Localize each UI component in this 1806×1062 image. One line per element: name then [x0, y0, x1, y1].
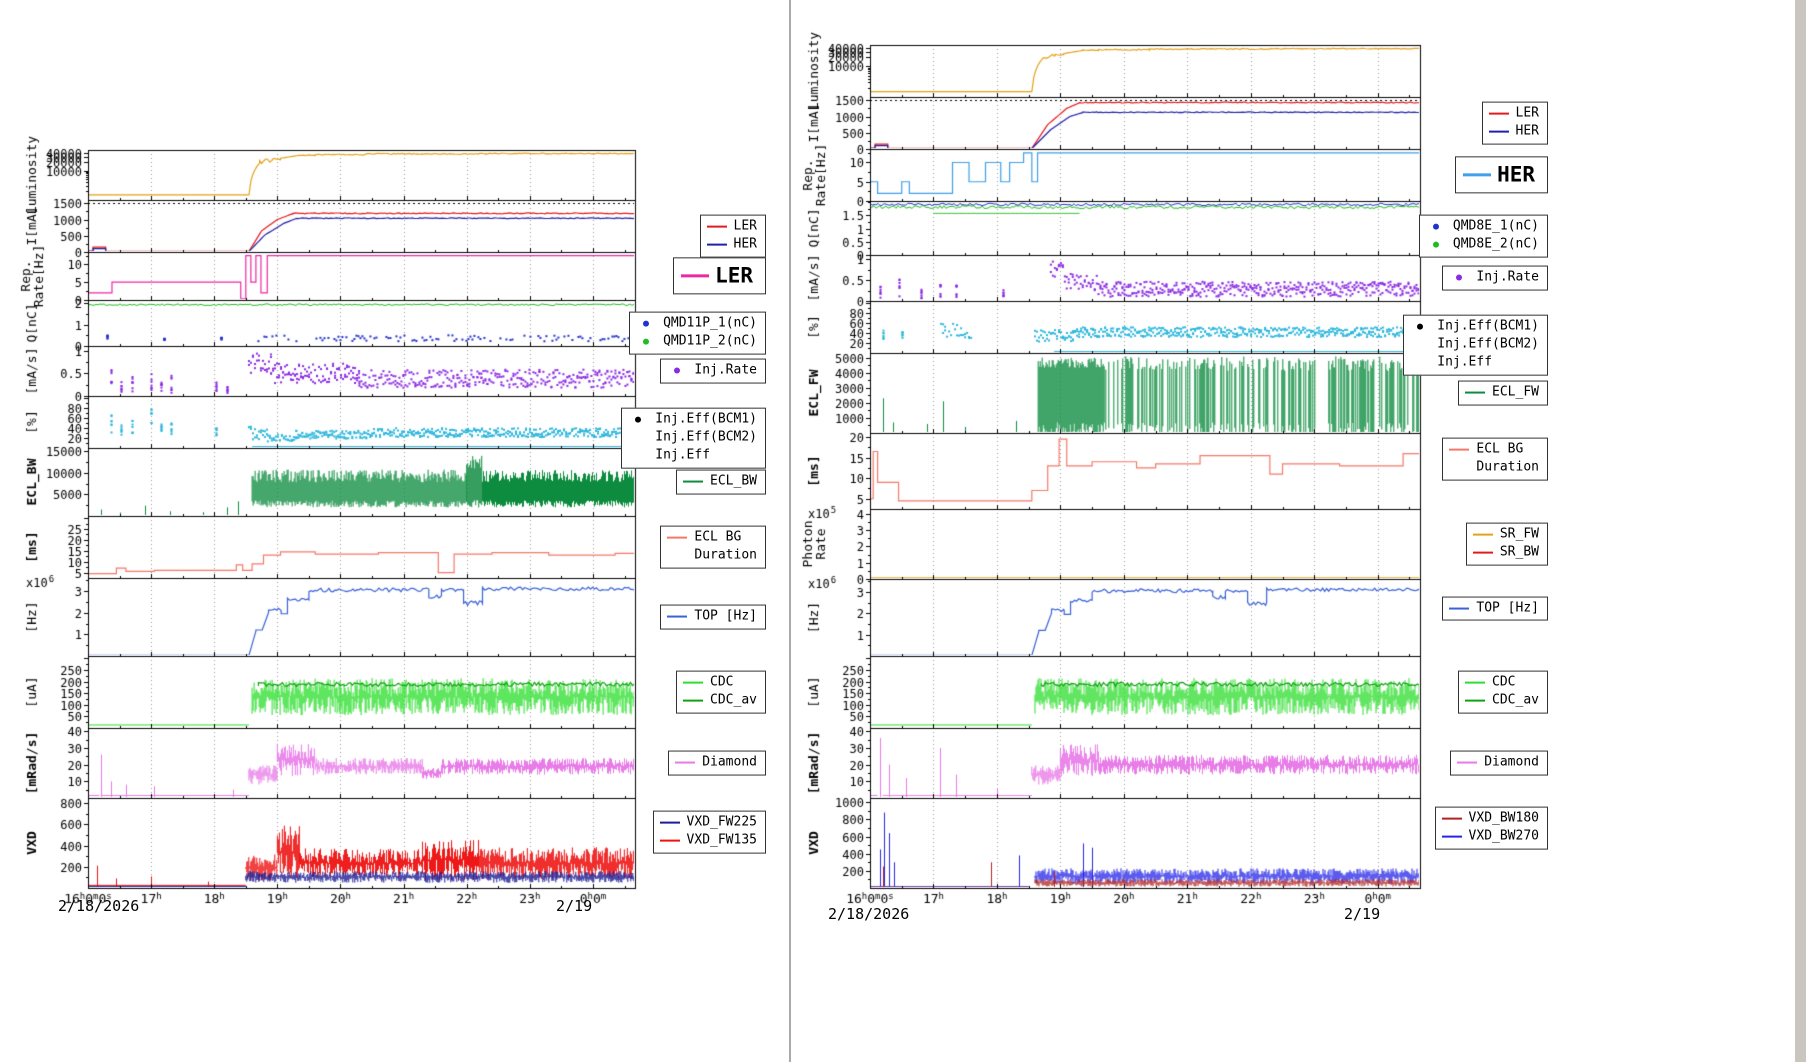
panel-divider: [789, 0, 791, 1062]
monitor-plots-canvas: [0, 0, 1806, 1062]
date-start-label: 2/18/2026: [828, 905, 910, 923]
date-end-label: 2/19: [1344, 905, 1381, 923]
beam-monitor-page: LER HER LER QMD11P_1(nC) QMD11P_2(nC) Inj.Rat…: [0, 0, 1806, 1062]
window-edge: [1795, 0, 1806, 1062]
date-end-label: 2/19: [556, 897, 593, 915]
date-start-label: 2/18/2026: [58, 897, 140, 915]
